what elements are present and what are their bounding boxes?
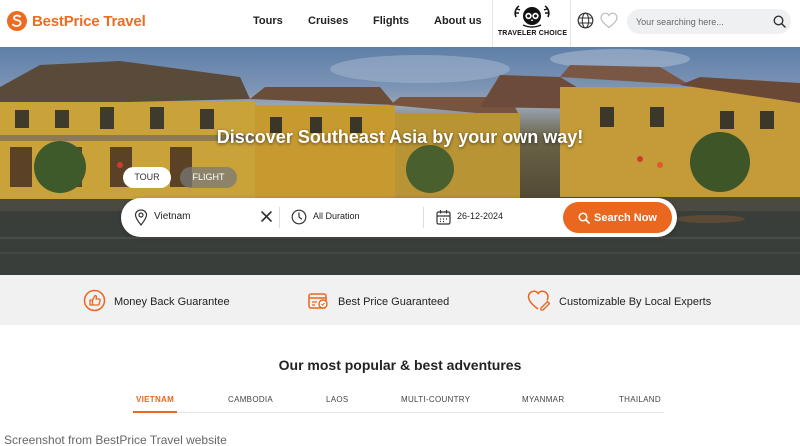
feature-label: Best Price Guaranteed <box>338 296 450 308</box>
feature-label: Money Back Guarantee <box>114 296 230 308</box>
location-pin-icon <box>134 209 148 231</box>
heart-icon[interactable] <box>600 12 618 34</box>
feature-band: Money Back Guarantee Best Price Guarante… <box>0 275 800 325</box>
country-tabs: VIETNAM CAMBODIA LAOS MULTI-COUNTRY MYAN… <box>133 387 664 413</box>
traveler-choice-icon <box>514 5 550 28</box>
feature-customizable: Customizable By Local Experts <box>527 289 711 315</box>
feature-money-back: Money Back Guarantee <box>83 289 230 315</box>
tab-laos[interactable]: LAOS <box>326 395 349 404</box>
duration-select[interactable]: All Duration <box>313 211 360 221</box>
traveler-choice-label: TRAVELER CHOICE <box>497 30 568 37</box>
nav-about-us[interactable]: About us <box>434 15 482 27</box>
nav-tours[interactable]: Tours <box>253 15 283 27</box>
close-icon[interactable] <box>260 210 273 228</box>
brand-name: BestPrice Travel <box>32 12 146 30</box>
clock-icon <box>291 209 307 230</box>
tab-thailand[interactable]: THAILAND <box>619 395 661 404</box>
tab-cambodia[interactable]: CAMBODIA <box>228 395 273 404</box>
nav-cruises[interactable]: Cruises <box>308 15 348 27</box>
hero-banner: Discover Southeast Asia by your own way!… <box>0 47 800 275</box>
search-now-label: Search Now <box>594 211 657 224</box>
calendar-icon <box>436 209 451 230</box>
money-back-icon <box>83 289 106 315</box>
site-header: BestPrice Travel Tours Cruises Flights A… <box>0 0 800 47</box>
price-tag-icon <box>307 289 330 315</box>
nav-flights[interactable]: Flights <box>373 15 409 27</box>
search-input[interactable] <box>636 14 766 29</box>
active-tab-indicator <box>133 411 177 413</box>
feature-label: Customizable By Local Experts <box>559 296 712 308</box>
tab-flight[interactable]: FLIGHT <box>180 167 237 188</box>
divider <box>423 207 424 228</box>
section-title: Our most popular & best adventures <box>278 357 522 373</box>
hero-title: Discover Southeast Asia by your own way! <box>216 127 584 147</box>
search-icon[interactable] <box>773 15 786 33</box>
feature-best-price: Best Price Guaranteed <box>307 289 449 315</box>
divider <box>279 207 280 228</box>
traveler-choice-badge[interactable]: TRAVELER CHOICE <box>492 0 571 47</box>
tab-myanmar[interactable]: MYANMAR <box>522 395 564 404</box>
image-caption: Screenshot from BestPrice Travel website <box>4 433 227 446</box>
hero-background-image <box>0 49 800 275</box>
date-field[interactable]: 26-12-2024 <box>457 211 503 221</box>
trip-search-bar: Vietnam All Duration 26-12-2024 Search N… <box>121 198 677 237</box>
brand-logo[interactable]: BestPrice Travel <box>7 11 146 31</box>
globe-icon[interactable] <box>577 12 594 34</box>
tab-vietnam[interactable]: VIETNAM <box>136 395 174 404</box>
search-icon <box>578 211 590 224</box>
search-now-button[interactable]: Search Now <box>563 202 672 233</box>
logo-icon <box>7 11 27 31</box>
site-search <box>627 9 791 34</box>
heart-edit-icon <box>527 289 551 315</box>
tab-multi-country[interactable]: MULTI-COUNTRY <box>401 395 470 404</box>
destination-field[interactable]: Vietnam <box>154 211 191 222</box>
tab-tour[interactable]: TOUR <box>123 167 171 188</box>
